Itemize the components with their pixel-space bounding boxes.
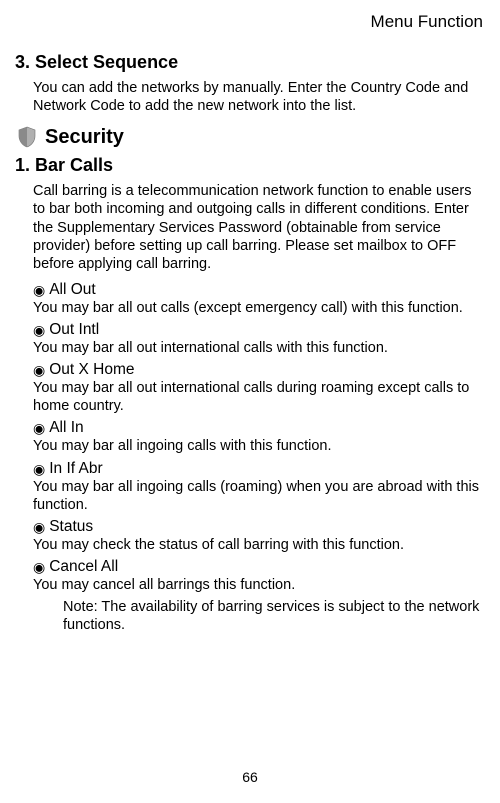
item-label: All Out bbox=[49, 281, 96, 299]
item-label: Out X Home bbox=[49, 361, 134, 379]
item-out-intl-desc: You may bar all out international calls … bbox=[33, 339, 485, 357]
bullet-icon: ◉ bbox=[33, 283, 45, 297]
section-select-sequence-title: 3. Select Sequence bbox=[15, 52, 485, 73]
item-all-in-title: ◉ All In bbox=[33, 419, 485, 437]
page-number: 66 bbox=[0, 769, 500, 785]
page-header: Menu Function bbox=[15, 12, 485, 32]
bullet-icon: ◉ bbox=[33, 363, 45, 377]
item-label: Out Intl bbox=[49, 321, 99, 339]
bullet-icon: ◉ bbox=[33, 520, 45, 534]
item-status-title: ◉ Status bbox=[33, 518, 485, 536]
bullet-icon: ◉ bbox=[33, 323, 45, 337]
item-label: Cancel All bbox=[49, 558, 118, 576]
item-label: In If Abr bbox=[49, 460, 102, 478]
item-cancel-all-title: ◉ Cancel All bbox=[33, 558, 485, 576]
bullet-icon: ◉ bbox=[33, 462, 45, 476]
bullet-icon: ◉ bbox=[33, 421, 45, 435]
item-status-desc: You may check the status of call barring… bbox=[33, 536, 485, 554]
bar-calls-title: 1. Bar Calls bbox=[15, 155, 485, 176]
item-cancel-all-desc: You may cancel all barrings this functio… bbox=[33, 576, 485, 594]
bar-calls-intro: Call barring is a telecommunication netw… bbox=[33, 182, 485, 273]
shield-icon bbox=[15, 125, 39, 149]
bar-calls-note: Note: The availability of barring servic… bbox=[63, 598, 485, 634]
item-out-x-home-desc: You may bar all out international calls … bbox=[33, 379, 485, 415]
item-label: Status bbox=[49, 518, 93, 536]
item-all-out-desc: You may bar all out calls (except emerge… bbox=[33, 299, 485, 317]
item-in-if-abr-desc: You may bar all ingoing calls (roaming) … bbox=[33, 478, 485, 514]
item-out-x-home-title: ◉ Out X Home bbox=[33, 361, 485, 379]
security-title: Security bbox=[45, 126, 124, 149]
bullet-icon: ◉ bbox=[33, 560, 45, 574]
item-all-in-desc: You may bar all ingoing calls with this … bbox=[33, 437, 485, 455]
item-in-if-abr-title: ◉ In If Abr bbox=[33, 460, 485, 478]
section-select-sequence-body: You can add the networks by manually. En… bbox=[33, 79, 485, 115]
item-out-intl-title: ◉ Out Intl bbox=[33, 321, 485, 339]
item-all-out-title: ◉ All Out bbox=[33, 281, 485, 299]
security-heading-row: Security bbox=[15, 125, 485, 149]
item-label: All In bbox=[49, 419, 83, 437]
